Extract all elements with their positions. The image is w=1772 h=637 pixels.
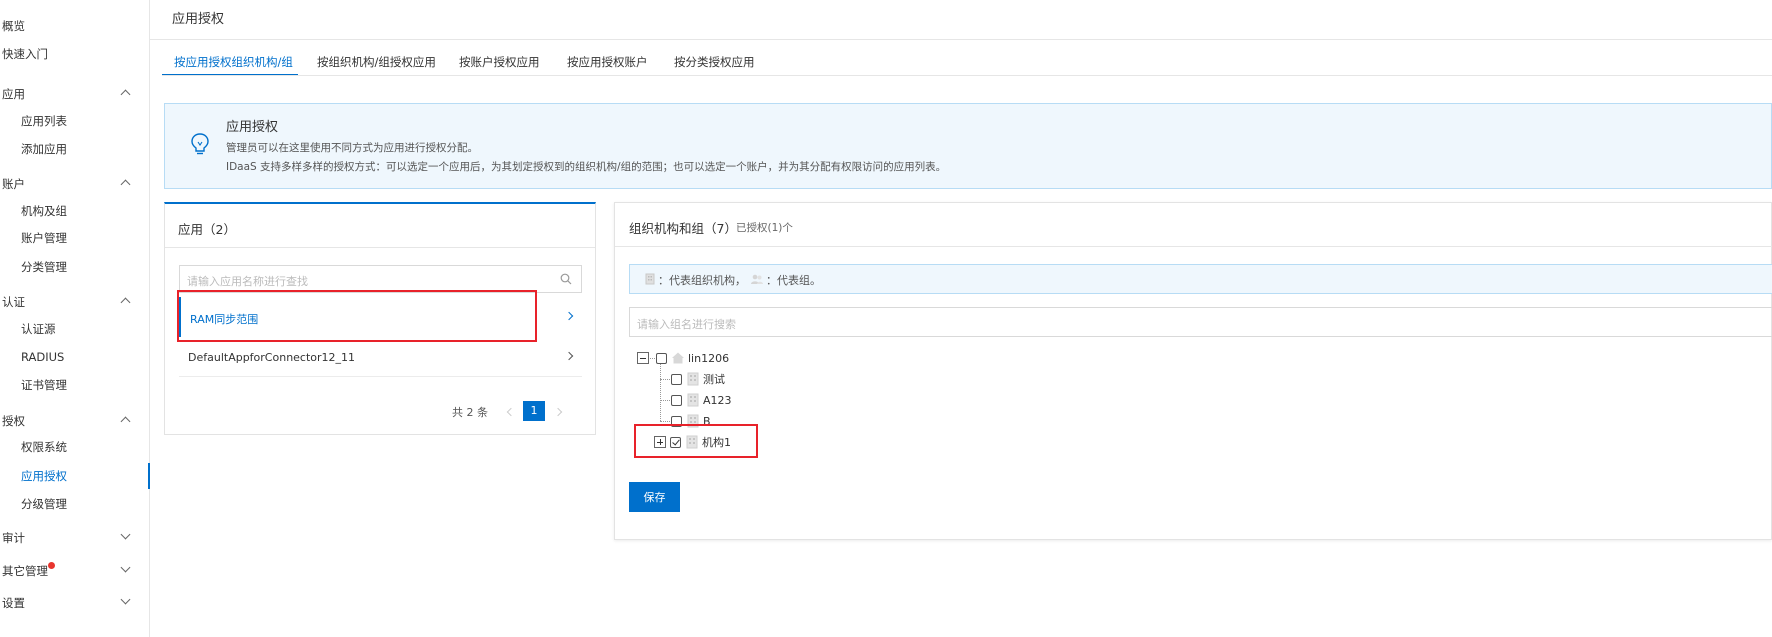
- tab-account-to-app[interactable]: 按账户授权应用: [459, 48, 540, 76]
- sidebar-item-account-mgmt[interactable]: 账户管理: [0, 225, 149, 251]
- sidebar-item-app-list[interactable]: 应用列表: [0, 108, 149, 134]
- pagination-total: 共 2 条: [452, 406, 488, 419]
- apps-panel-title: 应用（2）: [178, 222, 236, 237]
- chevron-up-icon: [120, 297, 131, 308]
- chevron-up-icon: [120, 416, 131, 427]
- sidebar-group-other-mgmt[interactable]: 其它管理: [0, 558, 149, 584]
- sidebar-group-settings[interactable]: 设置: [0, 590, 149, 616]
- sidebar-group-accounts[interactable]: 账户: [0, 171, 149, 197]
- notification-dot: [48, 562, 55, 569]
- next-page-icon[interactable]: [553, 407, 563, 417]
- sidebar-group-audit[interactable]: 审计: [0, 525, 149, 551]
- chevron-up-icon: [120, 89, 131, 100]
- save-button[interactable]: 保存: [629, 482, 680, 512]
- tree-node-child[interactable]: 测试: [660, 370, 725, 388]
- collapse-icon[interactable]: [637, 352, 649, 364]
- sidebar-item-radius[interactable]: RADIUS: [0, 344, 149, 370]
- chevron-down-icon: [120, 529, 131, 540]
- prev-page-icon[interactable]: [506, 407, 516, 417]
- tabs-divider: [162, 75, 1772, 76]
- divider: [165, 247, 595, 248]
- divider: [615, 246, 1772, 247]
- highlight-box-checked-org: [634, 424, 758, 458]
- sidebar-item-permission-system[interactable]: 权限系统: [0, 434, 149, 460]
- sidebar-item-quickstart[interactable]: 快速入门: [0, 41, 149, 67]
- org-building-icon: [645, 273, 655, 285]
- sidebar-item-category-mgmt[interactable]: 分类管理: [0, 254, 149, 280]
- tree-node-child[interactable]: A123: [660, 391, 732, 409]
- tree-checkbox[interactable]: [671, 373, 682, 385]
- tab-app-to-account[interactable]: 按应用授权账户: [567, 48, 648, 76]
- sidebar-item-cert-mgmt[interactable]: 证书管理: [0, 372, 149, 398]
- org-building-icon: [687, 372, 699, 386]
- info-banner: 应用授权 管理员可以在这里使用不同方式为应用进行授权分配。 IDaaS 支持多样…: [164, 103, 1772, 189]
- legend-banner: ：代表组织机构， ：代表组。: [629, 264, 1772, 294]
- app-search-input[interactable]: 请输入应用名称进行查找: [179, 265, 582, 293]
- tree-checkbox[interactable]: [671, 394, 682, 406]
- org-panel: 组织机构和组（7） 已授权(1)个 ：代表组织机构， ：代表组。 请输入组名进行…: [614, 202, 1772, 540]
- sidebar-group-auth[interactable]: 认证: [0, 289, 149, 315]
- info-line-2: IDaaS 支持多样多样的授权方式：可以选定一个应用后，为其划定授权到的组织机构…: [226, 161, 947, 173]
- chevron-up-icon: [120, 179, 131, 190]
- lightbulb-icon: [191, 133, 209, 155]
- tab-app-to-org[interactable]: 按应用授权组织机构/组: [162, 48, 298, 76]
- sidebar-item-tiered-mgmt[interactable]: 分级管理: [0, 491, 149, 517]
- info-line-1: 管理员可以在这里使用不同方式为应用进行授权分配。: [226, 142, 478, 154]
- sidebar-item-app-authorization[interactable]: 应用授权: [0, 463, 150, 489]
- page-number-button[interactable]: 1: [523, 401, 545, 421]
- sidebar: 概览 快速入门 应用 应用列表 添加应用 账户 机构及组 账户管理 分类管理 认…: [0, 0, 150, 637]
- group-search-input[interactable]: 请输入组名进行搜索: [629, 307, 1772, 337]
- chevron-right-icon: [564, 311, 574, 321]
- sidebar-item-orgs-groups[interactable]: 机构及组: [0, 198, 149, 224]
- sidebar-item-overview[interactable]: 概览: [0, 13, 149, 39]
- sidebar-group-apps[interactable]: 应用: [0, 81, 149, 107]
- app-list-item-default-connector[interactable]: DefaultAppforConnector12_11: [179, 337, 582, 377]
- search-icon[interactable]: [560, 273, 572, 285]
- tree-checkbox[interactable]: [656, 352, 667, 364]
- chevron-down-icon: [120, 594, 131, 605]
- legend-group-text: ：代表组。: [766, 274, 821, 287]
- org-building-icon: [687, 393, 699, 407]
- authorized-count: 已授权(1)个: [736, 222, 793, 234]
- tab-category-to-app[interactable]: 按分类授权应用: [674, 48, 755, 76]
- group-users-icon: [751, 274, 763, 284]
- sidebar-item-auth-source[interactable]: 认证源: [0, 316, 149, 342]
- sidebar-item-add-app[interactable]: 添加应用: [0, 136, 149, 162]
- pagination: 共 2 条 1: [165, 401, 595, 423]
- tree-node-root[interactable]: lin1206: [637, 349, 729, 367]
- tab-org-to-app[interactable]: 按组织机构/组授权应用: [317, 48, 436, 76]
- chevron-right-icon: [564, 351, 574, 361]
- legend-org-text: ：代表组织机构，: [658, 274, 746, 287]
- header-divider: [150, 39, 1772, 40]
- page-title: 应用授权: [172, 12, 225, 27]
- org-panel-title: 组织机构和组（7）: [629, 221, 737, 236]
- highlight-box-selected-app: [177, 290, 537, 342]
- home-icon: [672, 352, 684, 364]
- sidebar-group-authorization[interactable]: 授权: [0, 408, 149, 434]
- info-title: 应用授权: [226, 120, 279, 135]
- chevron-down-icon: [120, 562, 131, 573]
